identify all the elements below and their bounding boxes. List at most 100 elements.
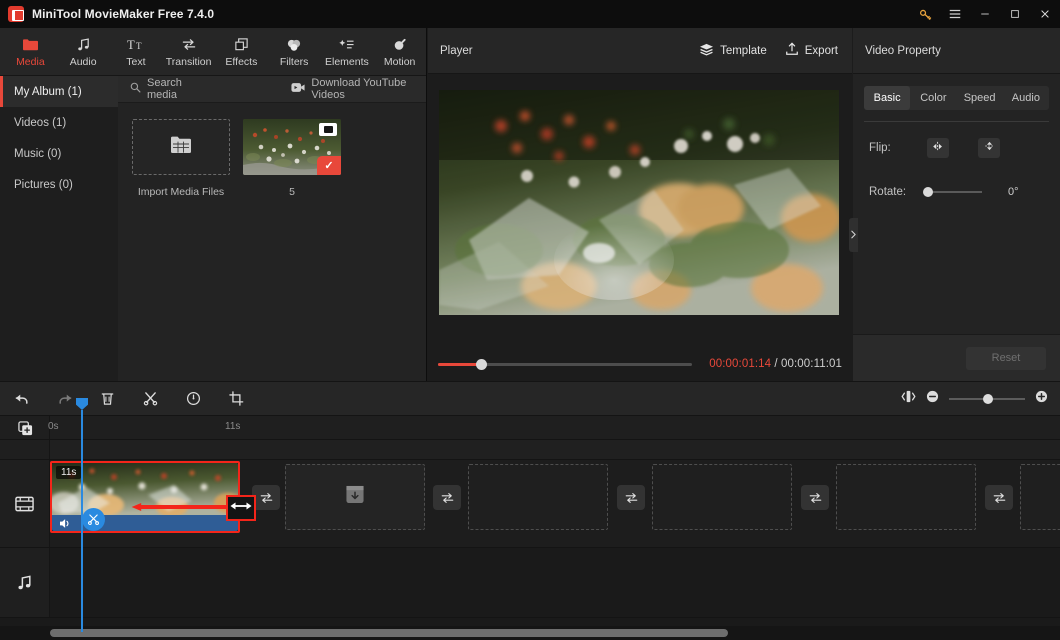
import-media-label: Import Media Files bbox=[137, 186, 225, 198]
seek-row: 00:00:01:14 / 00:00:11:01 bbox=[438, 358, 842, 370]
zoom-out-icon[interactable] bbox=[926, 390, 939, 408]
tab-filters[interactable]: Filters bbox=[268, 29, 321, 75]
transition-slot-3[interactable] bbox=[617, 485, 645, 510]
clip-audio-bar[interactable] bbox=[52, 508, 238, 531]
import-media-dropzone[interactable] bbox=[132, 119, 230, 175]
collapse-panel-button[interactable] bbox=[849, 218, 858, 252]
timeline-ruler[interactable]: 0s 11s bbox=[0, 416, 1060, 440]
folder-icon bbox=[22, 36, 39, 53]
empty-media-slot-3[interactable] bbox=[652, 464, 792, 530]
player-header: Player Template Export bbox=[428, 28, 852, 74]
clip-duration-label: 11s bbox=[56, 466, 82, 479]
timeline-toolbar bbox=[0, 381, 1060, 416]
timeline-playhead[interactable] bbox=[76, 398, 88, 632]
timeline-area: 0s 11s 11s bbox=[0, 381, 1060, 640]
delete-button[interactable] bbox=[86, 381, 129, 416]
tab-effects[interactable]: Effects bbox=[215, 29, 268, 75]
empty-media-slot-4[interactable] bbox=[836, 464, 976, 530]
close-button[interactable] bbox=[1030, 0, 1060, 28]
flip-vertical-button[interactable] bbox=[978, 138, 1000, 158]
album-label: Pictures (0) bbox=[14, 178, 73, 191]
youtube-icon bbox=[291, 82, 305, 96]
tab-elements[interactable]: Elements bbox=[321, 29, 374, 75]
add-track-icon[interactable] bbox=[18, 421, 33, 441]
template-button[interactable]: Template bbox=[699, 43, 767, 59]
empty-media-slot-1[interactable] bbox=[285, 464, 425, 530]
empty-media-slot-5[interactable] bbox=[1020, 464, 1060, 530]
transition-slot-4[interactable] bbox=[801, 485, 829, 510]
window-controls bbox=[910, 0, 1060, 28]
transition-arrows-icon bbox=[625, 492, 637, 503]
tab-label: Audio bbox=[69, 55, 97, 68]
title-bar: MiniTool MovieMaker Free 7.4.0 bbox=[0, 0, 1060, 28]
album-item-pictures[interactable]: Pictures (0) bbox=[0, 169, 118, 200]
media-grid: Import Media Files ✓ 5 bbox=[118, 103, 426, 198]
transition-slot-1[interactable] bbox=[252, 485, 280, 510]
tab-basic[interactable]: Basic bbox=[864, 86, 911, 110]
tab-motion[interactable]: Motion bbox=[373, 29, 426, 75]
tab-text[interactable]: TT Text bbox=[110, 29, 163, 75]
tab-media[interactable]: Media bbox=[4, 29, 57, 75]
empty-media-slot-2[interactable] bbox=[468, 464, 608, 530]
rotate-row: Rotate: 0° bbox=[869, 186, 1060, 198]
search-input[interactable]: Search media bbox=[130, 77, 205, 101]
droplets-icon bbox=[286, 36, 302, 53]
overlay-track-row[interactable] bbox=[0, 440, 1060, 460]
speed-button[interactable] bbox=[172, 381, 215, 416]
property-title: Video Property bbox=[865, 44, 941, 57]
timeline-horizontal-scrollbar[interactable] bbox=[0, 626, 1060, 640]
split-button[interactable] bbox=[129, 381, 172, 416]
activate-key-icon[interactable] bbox=[910, 0, 940, 28]
tab-audio[interactable]: Audio bbox=[1003, 86, 1049, 110]
flip-row: Flip: bbox=[869, 138, 1060, 158]
timeline-zoom-slider[interactable] bbox=[949, 393, 1025, 404]
chevron-right-icon bbox=[851, 230, 856, 241]
zoom-in-icon[interactable] bbox=[1035, 390, 1048, 408]
fit-timeline-icon[interactable] bbox=[901, 390, 916, 408]
seek-handle[interactable] bbox=[476, 358, 487, 370]
import-media-cell[interactable]: Import Media Files bbox=[132, 119, 230, 198]
property-header: Video Property bbox=[853, 28, 1060, 74]
download-youtube-button[interactable]: Download YouTube Videos bbox=[291, 77, 426, 101]
media-body: My Album (1) Videos (1) Music (0) Pictur… bbox=[0, 76, 426, 381]
annotation-cursor-highlight bbox=[226, 495, 256, 521]
tab-speed[interactable]: Speed bbox=[957, 86, 1003, 110]
app-title: MiniTool MovieMaker Free 7.4.0 bbox=[32, 7, 215, 21]
tab-color[interactable]: Color bbox=[910, 86, 956, 110]
zoom-handle[interactable] bbox=[983, 393, 993, 404]
text-icon: TT bbox=[127, 36, 145, 53]
export-button[interactable]: Export bbox=[785, 42, 838, 59]
flip-horizontal-icon bbox=[932, 139, 945, 157]
audio-track-row[interactable] bbox=[0, 548, 1060, 618]
app-logo-icon bbox=[8, 6, 24, 22]
crop-button[interactable] bbox=[215, 381, 258, 416]
maximize-button[interactable] bbox=[1000, 0, 1030, 28]
reset-button[interactable]: Reset bbox=[966, 346, 1046, 370]
timeline-tracks: 11s bbox=[0, 440, 1060, 621]
video-preview[interactable] bbox=[439, 90, 839, 315]
media-thumbnail[interactable]: ✓ bbox=[243, 119, 341, 175]
album-item-videos[interactable]: Videos (1) bbox=[0, 107, 118, 138]
flip-horizontal-button[interactable] bbox=[927, 138, 949, 158]
timeline-clip[interactable]: 11s bbox=[52, 463, 238, 531]
current-time: 00:00:01:14 bbox=[709, 358, 772, 370]
rotate-slider[interactable] bbox=[923, 187, 982, 197]
tab-audio[interactable]: Audio bbox=[57, 29, 110, 75]
speaker-icon[interactable] bbox=[59, 518, 72, 529]
rotate-handle[interactable] bbox=[923, 187, 933, 197]
menu-icon[interactable] bbox=[940, 0, 970, 28]
transition-slot-5[interactable] bbox=[985, 485, 1013, 510]
scrollbar-thumb[interactable] bbox=[50, 629, 728, 637]
media-panel: Media Audio TT Text Transition Effects F… bbox=[0, 28, 427, 381]
player-panel: Player Template Export 00:00:01:14 / 00:… bbox=[428, 28, 852, 401]
minimize-button[interactable] bbox=[970, 0, 1000, 28]
time-display: 00:00:01:14 / 00:00:11:01 bbox=[709, 358, 842, 370]
undo-button[interactable] bbox=[0, 381, 43, 416]
album-item-music[interactable]: Music (0) bbox=[0, 138, 118, 169]
album-item-my-album[interactable]: My Album (1) bbox=[0, 76, 118, 107]
media-item[interactable]: ✓ 5 bbox=[243, 119, 341, 198]
tab-transition[interactable]: Transition bbox=[162, 29, 215, 75]
split-badge-icon[interactable] bbox=[82, 508, 105, 531]
seek-bar[interactable] bbox=[438, 358, 693, 370]
transition-slot-2[interactable] bbox=[433, 485, 461, 510]
